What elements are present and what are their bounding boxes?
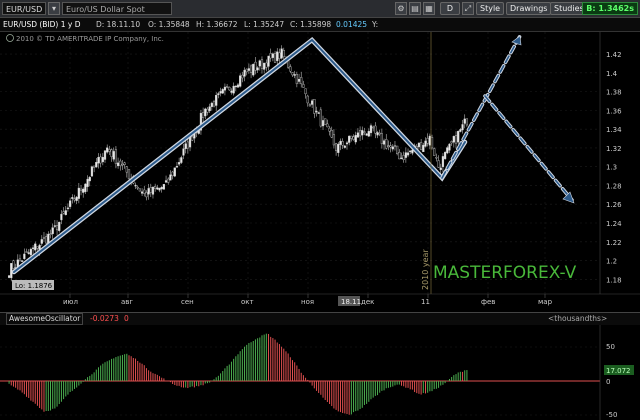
oscillator-title[interactable]: AwesomeOscillator — [6, 313, 84, 325]
cursor-date-label: 18.11 — [341, 298, 361, 306]
oscillator-value: -0.0273 — [90, 314, 119, 323]
price-tick-label: 1.24 — [606, 220, 622, 228]
oscillator-settings: <thousandths> — [548, 314, 608, 323]
price-tick-label: 1.36 — [606, 107, 622, 115]
symbol-dropdown-icon[interactable]: ▾ — [48, 2, 60, 15]
symbol-input[interactable]: EUR/USD — [2, 2, 46, 15]
price-tick-label: 1.34 — [606, 126, 622, 134]
watermark: MASTERFOREX-V — [433, 263, 577, 283]
oscillator-chart[interactable]: 50 0 -50 17.072 — [0, 325, 640, 420]
candle — [162, 183, 165, 190]
time-tick-label: авг — [121, 298, 133, 306]
candle — [7, 275, 11, 279]
gear-icon[interactable]: ⚙ — [395, 2, 407, 15]
osc-axis-50: 50 — [606, 343, 615, 351]
series-label: EUR/USD (BID) 1 y D — [3, 20, 81, 29]
drawings-button[interactable]: Drawings — [506, 2, 552, 15]
candle — [138, 188, 141, 192]
price-tick-label: 1.32 — [606, 145, 622, 153]
time-tick-label: сен — [181, 298, 194, 306]
time-tick-label: фев — [481, 298, 495, 306]
grid-icon[interactable]: ▦ — [423, 2, 435, 15]
time-tick-label: 11 — [421, 298, 430, 306]
candle — [433, 147, 436, 156]
time-tick-label: ноя — [301, 298, 314, 306]
oscillator-zero-label: 0 — [124, 314, 129, 323]
osc-current-badge: 17.072 — [606, 367, 631, 375]
candle — [319, 107, 322, 128]
time-tick-label: мар — [538, 298, 553, 306]
price-tick-label: 1.2 — [606, 258, 617, 266]
candle — [324, 118, 327, 126]
timeframe-button[interactable]: D — [440, 2, 460, 15]
candle — [444, 150, 447, 160]
close-readout: C: 1.35898 — [290, 20, 332, 29]
toolbar: EUR/USD ▾ Euro/US Dollar Spot ⚙ ▤ ▦ D ⤢ … — [0, 0, 640, 18]
time-tick-label: июл — [63, 298, 78, 306]
year-marker: 2010 year — [421, 249, 430, 290]
candle — [12, 259, 15, 270]
date-readout: D: 18.11.10 — [96, 20, 141, 29]
expand-icon[interactable]: ⤢ — [462, 2, 474, 15]
osc-axis-0: 0 — [606, 378, 610, 386]
y-readout: Y: — [372, 20, 379, 29]
low-readout: L: 1.35247 — [244, 20, 285, 29]
low-price-label: Lo: 1.1876 — [15, 282, 53, 290]
candle — [173, 167, 176, 178]
price-chart[interactable]: 2010 © TD AMERITRADE IP Company, Inc. 20… — [0, 32, 640, 310]
candle — [21, 260, 24, 262]
style-button[interactable]: Style — [476, 2, 505, 15]
bid-price-badge: B: 1.3462s — [582, 2, 638, 15]
candle — [90, 165, 94, 177]
price-tick-label: 1.26 — [606, 201, 622, 209]
symbol-description: Euro/US Dollar Spot — [62, 2, 172, 15]
open-readout: O: 1.35848 — [148, 20, 190, 29]
price-tick-label: 1.22 — [606, 239, 622, 247]
chart-icon[interactable]: ▤ — [409, 2, 421, 15]
price-tick-label: 1.4 — [606, 70, 618, 78]
price-tick-label: 1.42 — [606, 51, 622, 59]
price-tick-label: 1.38 — [606, 89, 622, 97]
price-tick-label: 1.18 — [606, 276, 622, 284]
time-tick-label: окт — [241, 298, 254, 306]
oscillator-header: AwesomeOscillator -0.0273 0 <thousandths… — [0, 312, 640, 325]
price-tick-label: 1.3 — [606, 164, 617, 172]
candle — [457, 130, 460, 145]
osc-axis-neg50: -50 — [606, 411, 617, 419]
candle — [252, 63, 255, 77]
candle — [127, 169, 131, 180]
time-tick-label: дек — [361, 298, 374, 306]
high-readout: H: 1.36672 — [196, 20, 238, 29]
change-readout: 0.01425 — [336, 20, 368, 29]
copyright-text: 2010 © TD AMERITRADE IP Company, Inc. — [16, 35, 164, 43]
price-tick-label: 1.28 — [606, 182, 622, 190]
info-bar: EUR/USD (BID) 1 y D D: 18.11.10 O: 1.358… — [0, 18, 640, 32]
